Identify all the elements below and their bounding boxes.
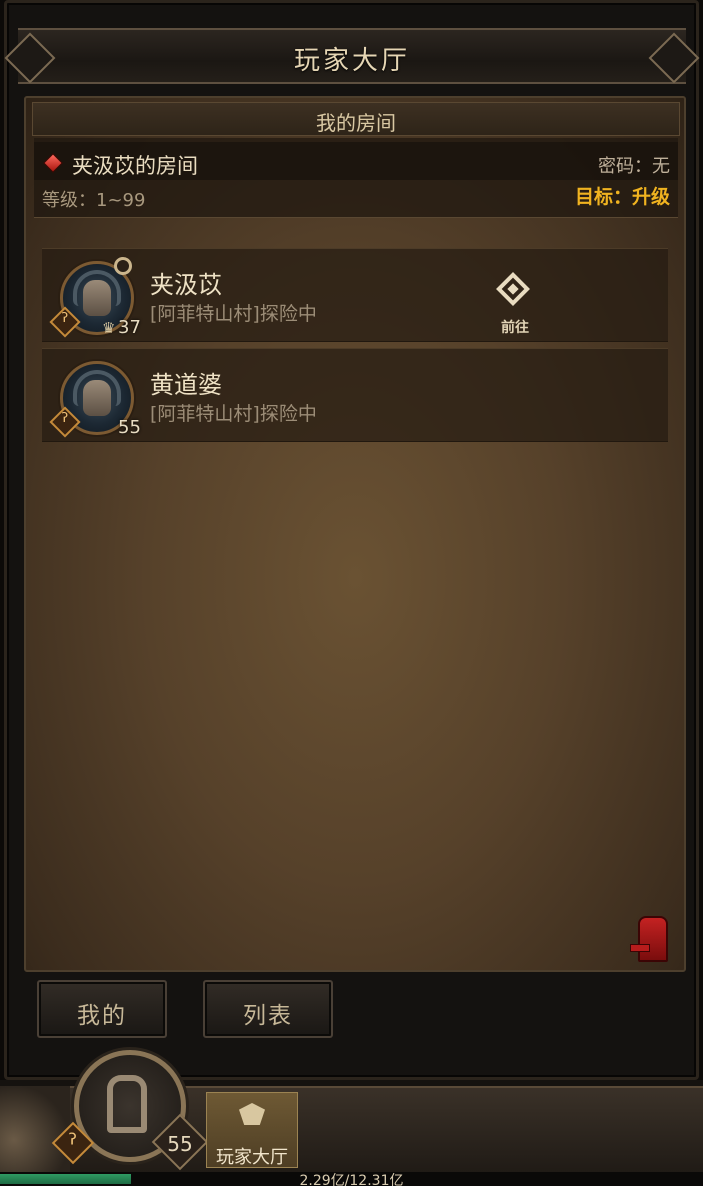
crown-icon: ♛ [102, 319, 116, 337]
face-shape [83, 380, 111, 416]
room-target: 目标：升级 [574, 186, 670, 208]
exit-room-button[interactable] [630, 916, 674, 966]
room-title-row: 夹汲苡的房间 密码：无 [34, 142, 678, 180]
red-door-icon [638, 916, 668, 962]
room-level-range: 等级：1~99 [42, 190, 146, 211]
lobby-button[interactable]: 玩家大厅 [206, 1092, 298, 1168]
member-row[interactable]: ʔ ♛ 37 夹汲苡 [阿菲特山村]探险中 前往 [42, 248, 668, 342]
room-panel: 我的房间 夹汲苡的房间 密码：无 等级：1~99 目标：升级 ʔ ♛ 37 夹汲… [24, 96, 686, 972]
panel-title: 我的房间 [316, 111, 396, 135]
door-icon [107, 1075, 147, 1133]
face-shape [83, 280, 111, 316]
member-status: [阿菲特山村]探险中 [150, 303, 317, 325]
title-bar: 玩家大厅 [18, 28, 686, 84]
tab-mine[interactable]: 我的 [37, 980, 167, 1038]
exp-text: 2.29亿/12.31亿 [299, 1173, 404, 1186]
member-level: 37 [118, 317, 141, 338]
exit-arrow-icon [630, 944, 650, 952]
target-marker-icon [114, 257, 132, 275]
bottom-hud: ʔ 55 玩家大厅 2.29亿/12.31亿 [0, 1050, 703, 1186]
member-name: 夹汲苡 [150, 271, 222, 299]
tab-list[interactable]: 列表 [203, 980, 333, 1038]
room-password: 密码：无 [598, 156, 670, 177]
panel-header: 我的房间 [32, 102, 680, 136]
tab-mine-label: 我的 [77, 1003, 127, 1029]
member-status: [阿菲特山村]探险中 [150, 403, 317, 425]
room-name: 夹汲苡的房间 [72, 154, 198, 178]
member-name: 黄道婆 [150, 371, 222, 399]
red-gem-icon [43, 153, 63, 173]
hud-emblem-icon [0, 1086, 70, 1176]
lobby-label: 玩家大厅 [216, 1147, 288, 1168]
hud-level: 55 [167, 1132, 193, 1156]
page-title: 玩家大厅 [293, 46, 410, 76]
member-row[interactable]: ʔ 55 黄道婆 [阿菲特山村]探险中 [42, 348, 668, 442]
room-info: 夹汲苡的房间 密码：无 等级：1~99 目标：升级 [34, 138, 678, 218]
lobby-icon [235, 1099, 269, 1129]
goto-label: 前往 [501, 320, 529, 336]
member-level: 55 [118, 417, 141, 438]
goto-button[interactable]: 前往 [490, 272, 540, 336]
tab-list-label: 列表 [243, 1003, 293, 1029]
